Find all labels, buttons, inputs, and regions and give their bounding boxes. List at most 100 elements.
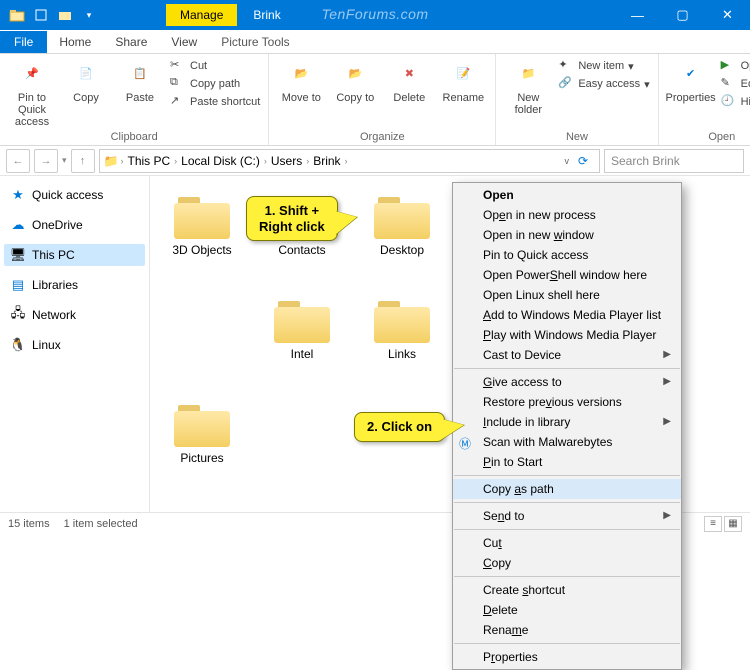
new-item-button[interactable]: ✦New item ▾ xyxy=(558,58,649,74)
ctx-cut[interactable]: Cut xyxy=(453,533,681,553)
ctx-open[interactable]: Open xyxy=(453,185,681,205)
close-button[interactable]: ✕ xyxy=(705,0,750,30)
up-button[interactable]: ↑ xyxy=(71,149,95,173)
ctx-open-linux-shell[interactable]: Open Linux shell here xyxy=(453,285,681,305)
copy-button[interactable]: 📄Copy xyxy=(62,58,110,104)
rename-button[interactable]: 📝Rename xyxy=(439,58,487,104)
folder-icon xyxy=(174,193,230,239)
ctx-add-to-wmp[interactable]: Add to Windows Media Player list xyxy=(453,305,681,325)
cut-button[interactable]: ✂Cut xyxy=(170,58,260,74)
delete-icon: ✖ xyxy=(393,58,425,90)
tab-file[interactable]: File xyxy=(0,31,47,53)
ctx-pin-quick-access[interactable]: Pin to Quick access xyxy=(453,245,681,265)
ctx-restore-previous[interactable]: Restore previous versions xyxy=(453,392,681,412)
ctx-include-in-library[interactable]: Include in library▶ xyxy=(453,412,681,432)
ctx-open-powershell[interactable]: Open PowerShell window here xyxy=(453,265,681,285)
forward-button[interactable]: → xyxy=(34,149,58,173)
properties-button[interactable]: ✔Properties xyxy=(667,58,715,104)
folder-3d-objects[interactable]: 3D Objects xyxy=(154,186,250,286)
ctx-scan-malwarebytes[interactable]: ⓂScan with Malwarebytes xyxy=(453,432,681,452)
ctx-create-shortcut[interactable]: Create shortcut xyxy=(453,580,681,600)
history-button[interactable]: 🕘History xyxy=(721,94,750,110)
separator xyxy=(454,529,680,530)
ctx-cast-to-device[interactable]: Cast to Device▶ xyxy=(453,345,681,365)
sidebar-item-libraries[interactable]: ▤Libraries xyxy=(4,274,145,296)
ctx-delete[interactable]: Delete xyxy=(453,600,681,620)
recent-dropdown[interactable]: ▾ xyxy=(62,155,67,166)
open-button[interactable]: ▶Open ▾ xyxy=(721,58,750,74)
network-icon: 🖧 xyxy=(10,307,26,323)
tab-share[interactable]: Share xyxy=(103,31,159,53)
ctx-open-new-process[interactable]: Open in new process xyxy=(453,205,681,225)
paste-shortcut-button[interactable]: ↗Paste shortcut xyxy=(170,94,260,110)
annotation-callout-1: 1. Shift +Right click xyxy=(246,196,338,241)
chevron-right-icon: ▶ xyxy=(663,416,671,427)
icons-view-button[interactable]: ▦ xyxy=(724,516,742,532)
crumb[interactable]: Users xyxy=(269,154,304,168)
ctx-rename[interactable]: Rename xyxy=(453,620,681,640)
refresh-button[interactable]: ⟳ xyxy=(571,154,595,168)
crumb[interactable]: Local Disk (C:) xyxy=(179,154,262,168)
ctx-open-new-window[interactable]: Open in new window xyxy=(453,225,681,245)
ctx-pin-to-start[interactable]: Pin to Start xyxy=(453,452,681,472)
watermark: TenForums.com xyxy=(321,6,428,22)
tab-home[interactable]: Home xyxy=(47,31,103,53)
folder-icon xyxy=(374,297,430,343)
tab-picture-tools[interactable]: Picture Tools xyxy=(209,31,301,53)
star-icon: ★ xyxy=(10,187,26,203)
sidebar-item-linux[interactable]: 🐧Linux xyxy=(4,334,145,356)
search-input[interactable]: Search Brink xyxy=(604,149,744,173)
ctx-send-to[interactable]: Send to▶ xyxy=(453,506,681,526)
ribbon-tabs: File Home Share View Picture Tools xyxy=(0,30,750,54)
ctx-copy[interactable]: Copy xyxy=(453,553,681,573)
folder-links[interactable]: Links xyxy=(354,290,450,390)
edit-button[interactable]: ✎Edit xyxy=(721,76,750,92)
new-folder-button[interactable]: 📁New folder xyxy=(504,58,552,116)
copy-to-button[interactable]: 📂Copy to xyxy=(331,58,379,104)
folder-icon xyxy=(174,401,230,447)
sidebar-item-quick-access[interactable]: ★Quick access xyxy=(4,184,145,206)
pin-quick-access-button[interactable]: 📌Pin to Quick access xyxy=(8,58,56,128)
breadcrumb[interactable]: 📁› This PC› Local Disk (C:)› Users› Brin… xyxy=(99,149,600,173)
ctx-play-wmp[interactable]: Play with Windows Media Player xyxy=(453,325,681,345)
minimize-button[interactable]: ― xyxy=(615,0,660,30)
sidebar-item-onedrive[interactable]: ☁OneDrive xyxy=(4,214,145,236)
item-count: 15 items xyxy=(8,518,50,530)
selection-count: 1 item selected xyxy=(64,518,138,530)
separator xyxy=(454,576,680,577)
copy-path-button[interactable]: ⧉Copy path xyxy=(170,76,260,92)
chevron-right-icon: ▶ xyxy=(663,510,671,521)
details-view-button[interactable]: ≡ xyxy=(704,516,722,532)
rename-icon: 📝 xyxy=(447,58,479,90)
ctx-give-access-to[interactable]: Give access to▶ xyxy=(453,372,681,392)
crumb[interactable]: Brink xyxy=(311,154,342,168)
qat-dropdown-icon[interactable]: ▾ xyxy=(78,4,100,26)
ctx-copy-as-path[interactable]: Copy as path xyxy=(453,479,681,499)
folder-intel[interactable]: Intel xyxy=(254,290,350,390)
group-label: Organize xyxy=(277,129,487,143)
easy-access-button[interactable]: 🔗Easy access ▾ xyxy=(558,76,649,92)
annotation-callout-2: 2. Click on xyxy=(354,412,445,442)
crumb[interactable]: This PC xyxy=(125,154,172,168)
edit-icon: ✎ xyxy=(721,76,737,92)
folder-pictures[interactable]: Pictures xyxy=(154,394,250,494)
qat-properties-icon[interactable] xyxy=(30,4,52,26)
qat-new-folder-icon[interactable] xyxy=(54,4,76,26)
folder-desktop[interactable]: Desktop xyxy=(354,186,450,286)
contextual-tab-manage[interactable]: Manage xyxy=(166,4,237,26)
chevron-right-icon: ▶ xyxy=(663,349,671,360)
group-label: New xyxy=(504,129,649,143)
address-dropdown[interactable]: v xyxy=(565,156,570,166)
move-to-button[interactable]: 📂Move to xyxy=(277,58,325,104)
maximize-button[interactable]: ▢ xyxy=(660,0,705,30)
ribbon-group-organize: 📂Move to 📂Copy to ✖Delete 📝Rename Organi… xyxy=(269,54,496,145)
back-button[interactable]: ← xyxy=(6,149,30,173)
delete-button[interactable]: ✖Delete xyxy=(385,58,433,104)
separator xyxy=(454,475,680,476)
paste-button[interactable]: 📋Paste xyxy=(116,58,164,104)
sidebar-item-network[interactable]: 🖧Network xyxy=(4,304,145,326)
sidebar-item-this-pc[interactable]: 🖥This PC xyxy=(4,244,145,266)
copy-icon: 📄 xyxy=(70,58,102,90)
ctx-properties[interactable]: Properties xyxy=(453,647,681,667)
tab-view[interactable]: View xyxy=(159,31,209,53)
